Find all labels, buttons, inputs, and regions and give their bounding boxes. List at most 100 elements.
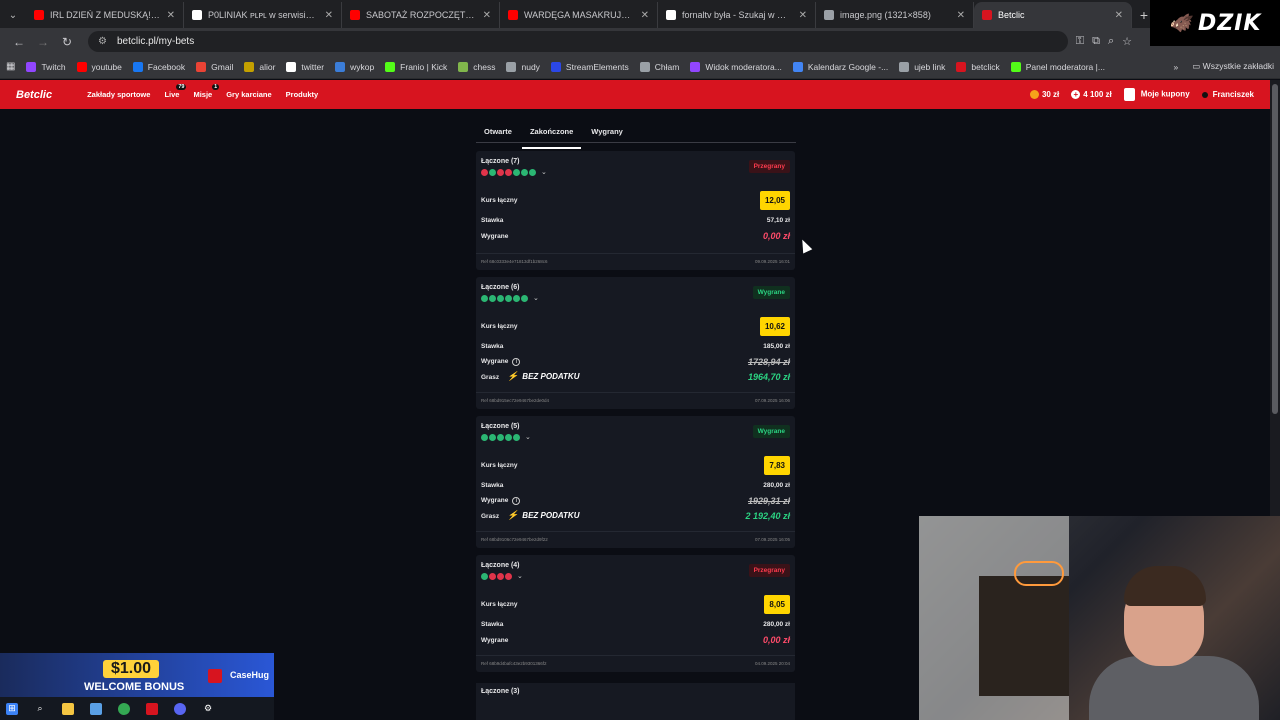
windows-start-icon[interactable]: ⊞ [6, 702, 18, 715]
more-bookmarks-icon[interactable]: » [1174, 62, 1179, 72]
nav-products[interactable]: Produkty [286, 90, 319, 99]
bookmark-item[interactable]: Facebook [132, 61, 185, 72]
bookmark-label: StreamElements [565, 61, 629, 72]
scrollbar-thumb[interactable] [1272, 84, 1278, 414]
browser-tab[interactable]: IRL DZIEŃ Z MEDUSKĄ! 2/30 | Y ✕ [26, 2, 184, 28]
bet-card-partial[interactable]: Łączone (3) [476, 683, 795, 720]
close-icon[interactable]: ✕ [483, 10, 491, 21]
bet-title: Łączone (6) [481, 284, 520, 291]
password-key-icon[interactable]: ⚿ [1076, 35, 1084, 48]
bookmark-item[interactable]: wykop [335, 61, 374, 72]
bookmark-item[interactable]: nudy [506, 61, 540, 72]
bookmark-item[interactable]: Chłam [639, 61, 680, 72]
win-before-tax: 1728,94 zł [747, 357, 790, 367]
close-icon[interactable]: ✕ [641, 10, 649, 21]
bookmark-item[interactable]: Gmail [196, 61, 233, 72]
settings-icon[interactable]: ⚙ [202, 703, 214, 715]
info-icon[interactable]: i [512, 497, 521, 505]
bookmark-label: Chłam [654, 61, 680, 72]
win-label: Wygrane [481, 497, 509, 504]
bookmark-item[interactable]: ujeb link [899, 61, 945, 72]
won-leg-icon [497, 294, 504, 302]
apps-icon[interactable]: ▦ [6, 61, 15, 72]
bookmark-item[interactable]: twitter [286, 61, 324, 72]
bookmark-item[interactable]: Franio | Kick [385, 61, 447, 72]
file-explorer-icon[interactable] [62, 702, 74, 715]
win-row: Wygrane i 1728,94 zł [481, 357, 790, 367]
tab-search-button[interactable]: ⌄ [0, 2, 26, 28]
stake-label: Stawka [481, 621, 504, 628]
coins-balance[interactable]: 30 zł [1029, 90, 1059, 100]
tab-won[interactable]: Wygrany [591, 121, 623, 142]
reload-icon[interactable]: ↻ [56, 31, 78, 53]
nav-missions[interactable]: Misje 1 [193, 84, 220, 99]
close-icon[interactable]: ✕ [957, 10, 965, 21]
won-leg-icon [513, 294, 520, 302]
bet-card[interactable]: Łączone (7) ⌄ Przegrany Kurs łączny 12,05… [476, 151, 795, 270]
nav-card-games[interactable]: Gry karciane [226, 90, 271, 99]
browser-tab[interactable]: image.png (1321×858) ✕ [816, 2, 974, 28]
browser-tab[interactable]: SABOTAŻ ROZPOCZĘTY! SABO ✕ [342, 2, 500, 28]
won-leg-icon [521, 168, 528, 176]
star-icon[interactable]: ☆ [1122, 35, 1132, 48]
zoom-icon[interactable]: ⌕ [1108, 35, 1114, 48]
info-icon[interactable]: i [512, 358, 521, 366]
close-icon[interactable]: ✕ [799, 10, 807, 21]
browser-tab[interactable]: fornaltv była - Szukaj w Google ✕ [658, 2, 816, 28]
payout-row: Grasz ⚡ BEZ PODATKU 1964,70 zł [481, 371, 790, 382]
my-coupons-button[interactable]: Moje kupony [1123, 88, 1190, 101]
bookmark-item[interactable]: youtube [76, 61, 122, 72]
stake-value: 185,00 zł [763, 343, 790, 350]
discord-icon[interactable] [174, 702, 186, 715]
betclic-logo[interactable]: Betclic [16, 89, 52, 101]
lost-leg-icon [505, 572, 512, 580]
browser-tab[interactable]: Betclic ✕ [974, 2, 1132, 28]
no-tax-label: BEZ PODATKU [522, 511, 580, 520]
bookmark-item[interactable]: Kalendarz Google -... [792, 61, 889, 72]
app-icon[interactable] [90, 702, 102, 715]
bookmark-item[interactable]: betclick [956, 61, 1000, 72]
bet-card[interactable]: Łączone (6) ⌄ Wygrane Kurs łączny 10,62 S… [476, 277, 795, 409]
bet-footer: Ref 68bd915ec72e9467be2de0d4 07.09.2025 1… [481, 398, 790, 403]
bookmark-item[interactable]: StreamElements [550, 61, 629, 72]
bookmark-item[interactable]: Widok moderatora... [690, 61, 782, 72]
tab-finished[interactable]: Zakończone [521, 121, 582, 149]
bet-footer: Ref 68bd9106c72e9467be2d9f22 07.09.2025 1… [481, 537, 790, 542]
missions-badge: 1 [212, 84, 220, 90]
obs-icon[interactable] [146, 702, 158, 715]
search-icon[interactable]: ⌕ [34, 703, 46, 715]
bet-card[interactable]: Łączone (5) ⌄ Wygrane Kurs łączny 7,83 St… [476, 416, 795, 548]
chevron-down-icon[interactable]: ⌄ [517, 572, 523, 580]
install-icon[interactable]: ⧉ [1092, 35, 1100, 48]
bet-legs: ⌄ [481, 572, 523, 580]
chevron-down-icon[interactable]: ⌄ [525, 433, 531, 441]
chevron-down-icon[interactable]: ⌄ [541, 168, 547, 176]
lost-leg-icon [505, 168, 512, 176]
close-icon[interactable]: ✕ [1115, 10, 1123, 21]
site-info-icon[interactable]: ⚙ [98, 36, 107, 47]
bookmark-item[interactable]: alior [244, 61, 275, 72]
close-icon[interactable]: ✕ [325, 10, 333, 21]
bookmark-item[interactable]: Twitch [26, 61, 66, 72]
back-icon[interactable]: ← [8, 31, 30, 53]
account-balance[interactable]: +4 100 zł [1071, 90, 1112, 100]
url-input[interactable]: ⚙ betclic.pl/my-bets [88, 31, 1068, 52]
user-menu[interactable]: Franciszek [1201, 90, 1254, 99]
browser-tab[interactable]: WARDĘGA MASAKRUJE "NIE W ✕ [500, 2, 658, 28]
bookmark-item[interactable]: chess [458, 61, 495, 72]
all-bookmarks[interactable]: ▭ Wszystkie zakładki [1192, 61, 1274, 72]
bookmark-item[interactable]: Panel moderatora |... [1010, 61, 1105, 72]
chrome-icon[interactable] [118, 702, 130, 715]
address-bar-row: ← → ↻ ⚙ betclic.pl/my-bets ⚿ ⧉ ⌕ ☆ [0, 28, 1280, 55]
browser-tab[interactable]: P0LINIAK ᴘʟᴘʟ w serwisie X: „Dzi ✕ [184, 2, 342, 28]
chevron-down-icon[interactable]: ⌄ [533, 294, 539, 302]
close-icon[interactable]: ✕ [167, 10, 175, 21]
bet-card[interactable]: Łączone (4) ⌄ Przegrany Kurs łączny 8,05 … [476, 555, 795, 672]
bet-title: Łączone (3) [481, 688, 520, 695]
bookmark-label: Kalendarz Google -... [807, 61, 889, 72]
forward-icon[interactable]: → [32, 31, 54, 53]
nav-sports[interactable]: Zakłady sportowe [87, 90, 150, 99]
globe-icon [824, 10, 834, 20]
nav-live[interactable]: Live 79 [164, 84, 187, 99]
tab-open[interactable]: Otwarte [484, 121, 512, 142]
